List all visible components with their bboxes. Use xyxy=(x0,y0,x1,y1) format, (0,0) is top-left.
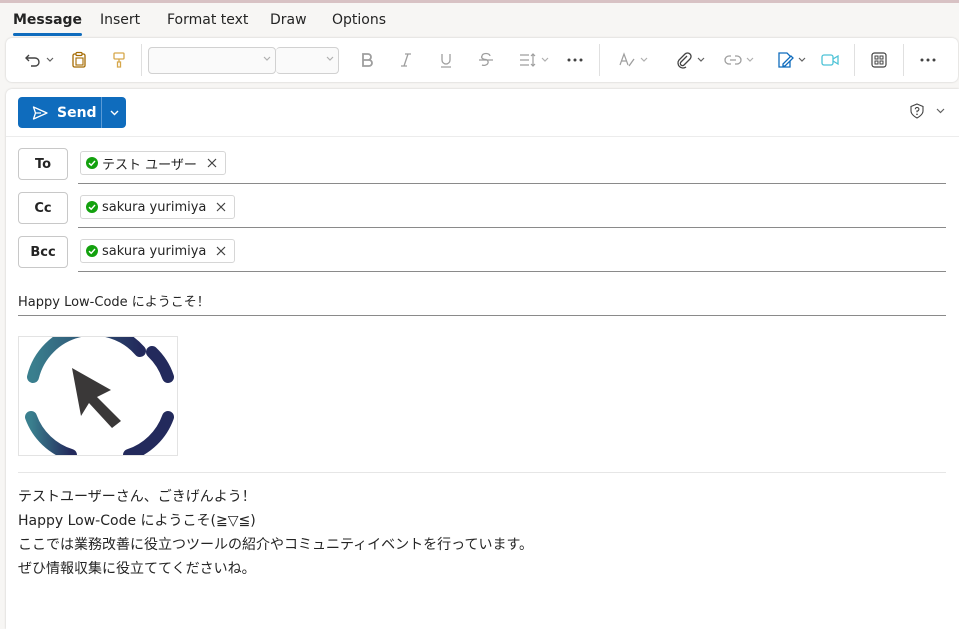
paragraph-spacing-button[interactable] xyxy=(514,38,554,82)
close-icon[interactable] xyxy=(207,158,217,168)
check-circle-icon xyxy=(86,157,98,169)
subject-underline xyxy=(18,315,946,316)
ribbon-toolbar xyxy=(6,38,958,82)
link-icon xyxy=(724,55,742,65)
recipient-name: sakura yurimiya xyxy=(102,243,207,259)
chevron-down-icon xyxy=(110,110,118,115)
chevron-down-icon xyxy=(263,56,271,61)
chevron-down-icon xyxy=(46,57,54,62)
toolbar-divider xyxy=(854,44,855,76)
send-icon xyxy=(32,105,48,120)
italic-button[interactable] xyxy=(393,38,419,82)
more-options-icon xyxy=(920,58,936,62)
tab-options[interactable]: Options xyxy=(332,12,386,28)
more-icon xyxy=(567,58,583,62)
recipient-name: sakura yurimiya xyxy=(102,199,207,215)
attach-button[interactable] xyxy=(670,38,710,82)
ribbon-tabs: Message Insert Format text Draw Options xyxy=(0,3,959,36)
recipient-name: テスト ユーザー xyxy=(102,157,197,173)
tab-message[interactable]: Message xyxy=(13,12,83,36)
tab-insert[interactable]: Insert xyxy=(100,12,140,28)
italic-icon xyxy=(401,53,411,67)
signature-divider xyxy=(18,472,946,473)
paste-icon xyxy=(72,51,86,68)
chevron-down-icon xyxy=(746,57,754,62)
send-button[interactable]: Send xyxy=(18,97,101,128)
chevron-down-icon xyxy=(541,57,549,62)
chevron-down-icon xyxy=(936,108,945,114)
apps-icon xyxy=(871,52,887,68)
sensitivity-button[interactable] xyxy=(910,103,945,119)
chevron-down-icon xyxy=(798,57,806,62)
send-options-button[interactable] xyxy=(101,97,126,128)
cc-button[interactable]: Cc xyxy=(18,192,68,224)
undo-icon xyxy=(25,54,40,67)
apps-button[interactable] xyxy=(866,38,892,82)
paste-button[interactable] xyxy=(66,38,92,82)
more-options-button[interactable] xyxy=(915,38,941,82)
recipient-chip[interactable]: sakura yurimiya xyxy=(80,239,236,263)
subject-input[interactable]: Happy Low-Code にようこそ！ xyxy=(18,291,210,310)
teams-meeting-button[interactable] xyxy=(816,38,844,82)
to-button[interactable]: To xyxy=(18,148,68,180)
header-divider xyxy=(6,136,959,137)
recipient-chip[interactable]: テスト ユーザー xyxy=(80,151,226,175)
message-body[interactable]: テストユーザーさん、ごきげんよう！ Happy Low-Code にようこそ(≧… xyxy=(18,485,533,581)
cc-row: Cc sakura yurimiya xyxy=(18,192,946,228)
strikethrough-icon xyxy=(479,52,493,67)
meeting-icon xyxy=(821,54,839,66)
bcc-button[interactable]: Bcc xyxy=(18,236,68,268)
strikethrough-button[interactable] xyxy=(473,38,499,82)
check-circle-icon xyxy=(86,201,98,213)
logo-image[interactable] xyxy=(18,336,178,456)
body-line: テストユーザーさん、ごきげんよう！ xyxy=(18,489,256,505)
send-label: Send xyxy=(57,104,97,121)
paragraph-spacing-icon xyxy=(520,53,536,67)
bcc-underline xyxy=(78,271,946,272)
recipient-chip[interactable]: sakura yurimiya xyxy=(80,195,236,219)
font-name-dropdown[interactable] xyxy=(148,47,276,74)
body-line: ここでは業務改善に役立つツールの紹介やコミュニティイベントを行っています。 xyxy=(18,537,534,553)
cursor-ring-logo-icon xyxy=(25,337,174,455)
chevron-down-icon xyxy=(640,57,648,62)
body-line: Happy Low-Code にようこそ(≧▽≦) xyxy=(18,513,256,529)
toolbar-divider xyxy=(903,44,904,76)
send-split-button: Send xyxy=(18,97,126,128)
to-underline xyxy=(78,183,946,184)
tab-format-text[interactable]: Format text xyxy=(167,12,248,28)
cc-underline xyxy=(78,227,946,228)
format-painter-button[interactable] xyxy=(106,38,132,82)
editor-icon xyxy=(619,52,635,67)
toolbar-divider xyxy=(141,44,142,76)
check-circle-icon xyxy=(86,245,98,257)
bcc-row: Bcc sakura yurimiya xyxy=(18,236,946,272)
tab-draw[interactable]: Draw xyxy=(270,12,307,28)
font-size-dropdown[interactable] xyxy=(276,47,339,74)
bold-button[interactable] xyxy=(354,38,380,82)
underline-button[interactable] xyxy=(433,38,459,82)
compose-pane: Send To テスト ユーザー Cc sakura yurimiya Bcc xyxy=(6,89,959,629)
close-icon[interactable] xyxy=(216,202,226,212)
signature-icon xyxy=(778,52,794,68)
editor-button[interactable] xyxy=(613,38,653,82)
shield-question-icon xyxy=(910,103,924,119)
underline-icon xyxy=(441,54,451,68)
close-icon[interactable] xyxy=(216,246,226,256)
format-painter-icon xyxy=(113,52,125,68)
link-button[interactable] xyxy=(719,38,759,82)
chevron-down-icon xyxy=(697,57,705,62)
bold-icon xyxy=(362,53,373,67)
toolbar-divider xyxy=(599,44,600,76)
more-formatting-button[interactable] xyxy=(562,38,588,82)
signature-button[interactable] xyxy=(771,38,811,82)
to-row: To テスト ユーザー xyxy=(18,148,946,184)
undo-button[interactable] xyxy=(20,38,58,82)
chevron-down-icon xyxy=(326,56,334,61)
body-line: ぜひ情報収集に役立ててくださいね。 xyxy=(18,561,256,577)
attach-icon xyxy=(677,52,692,69)
